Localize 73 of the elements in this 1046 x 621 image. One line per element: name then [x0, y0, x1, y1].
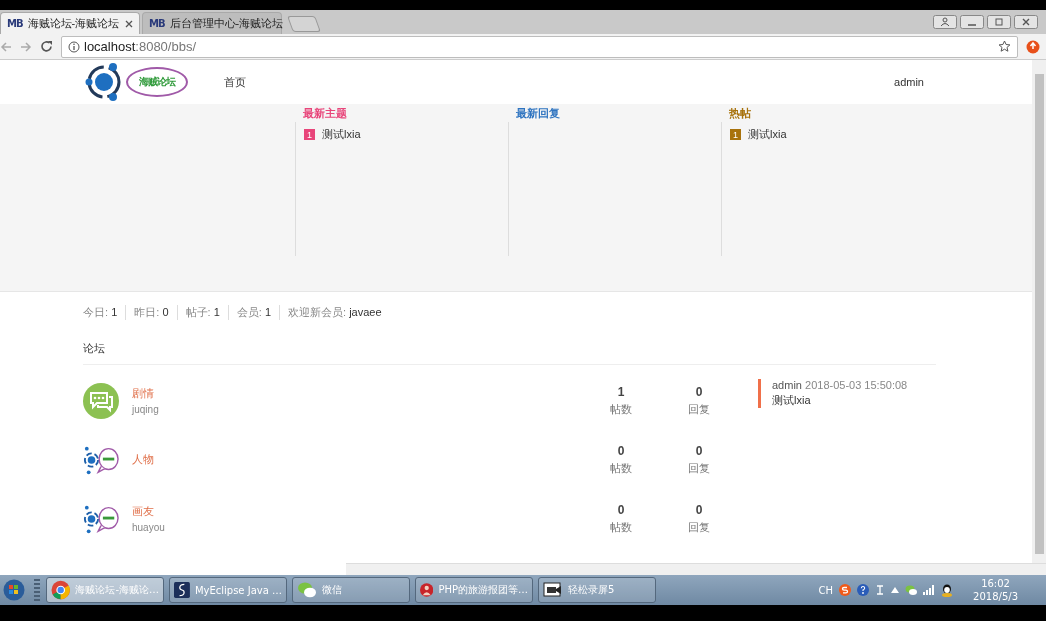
- rank-badge: 1: [304, 129, 315, 140]
- count-label: 回复: [688, 401, 710, 417]
- forward-icon[interactable]: [20, 40, 32, 53]
- forum-name[interactable]: 剧情: [132, 386, 582, 401]
- url-text: localhost:8080/bbs/: [84, 39, 197, 54]
- taskbar-button[interactable]: PHP的旅游报团等…: [415, 577, 533, 603]
- user-icon[interactable]: [933, 15, 957, 29]
- penguin-icon[interactable]: [941, 583, 954, 597]
- address-field[interactable]: localhost:8080/bbs/: [61, 35, 1018, 58]
- extension-icon[interactable]: [1026, 39, 1040, 54]
- browser-icon: [51, 580, 71, 600]
- chat-icon: [297, 580, 317, 600]
- stat-text: 今日: 1: [83, 305, 119, 320]
- star-icon[interactable]: [998, 40, 1011, 53]
- taskbar-button[interactable]: 海贼论坛-海贼论…: [46, 577, 164, 603]
- taskbar-button[interactable]: MyEclipse Java …: [169, 577, 287, 603]
- count-label: 回复: [688, 519, 710, 535]
- browser-tab[interactable]: MB 海贼论坛-海贼论坛: [0, 12, 140, 34]
- chat-icon: [83, 382, 119, 419]
- count-label: 帖数: [610, 401, 632, 417]
- last-post-link[interactable]: 测试lxia: [772, 393, 908, 408]
- new-tab-button[interactable]: [287, 16, 321, 32]
- last-post-meta: admin 2018-05-03 15:50:08: [772, 379, 908, 391]
- stat-text: 帖子: 1: [176, 305, 228, 320]
- topic-link[interactable]: 测试lxia: [322, 127, 361, 142]
- avatar-icon: [420, 580, 434, 600]
- tray-icon[interactable]: [875, 584, 886, 596]
- favicon: MB: [149, 18, 165, 29]
- expand-tray-icon[interactable]: [891, 587, 900, 593]
- rank-badge: 1: [730, 129, 741, 140]
- chat-icon[interactable]: [905, 584, 918, 596]
- forum-slug: huayou: [132, 522, 166, 533]
- reply-count: 0: [695, 502, 703, 517]
- input-method-icon[interactable]: [839, 584, 852, 596]
- signal-icon[interactable]: [923, 585, 936, 595]
- forum-slug: juqing: [132, 404, 160, 415]
- back-icon[interactable]: [0, 40, 12, 53]
- user-link[interactable]: admin: [894, 76, 924, 88]
- info-icon: [68, 40, 80, 53]
- minimize-icon[interactable]: [960, 15, 984, 29]
- horizontal-scrollbar[interactable]: [346, 563, 1046, 575]
- stat-text: 欢迎新会员: javaee: [279, 305, 390, 320]
- section-title: 论坛: [83, 341, 936, 365]
- reload-icon[interactable]: [40, 40, 53, 53]
- forum-name[interactable]: 人物: [132, 452, 582, 467]
- stat-text: 会员: 1: [227, 305, 279, 320]
- post-count: 0: [617, 443, 625, 458]
- recorder-icon: [543, 580, 563, 600]
- post-count: 1: [617, 384, 625, 399]
- ide-icon: [174, 580, 190, 600]
- clock[interactable]: 16:02 2018/5/3: [973, 578, 1018, 602]
- taskbar-button[interactable]: 微信: [292, 577, 410, 603]
- reply-count: 0: [695, 384, 703, 399]
- count-label: 回复: [688, 460, 710, 476]
- start-button[interactable]: [3, 579, 25, 601]
- close-icon[interactable]: [1014, 15, 1038, 29]
- taskbar-button[interactable]: 轻松录屏5: [538, 577, 656, 603]
- nav-link[interactable]: 首页: [224, 74, 246, 90]
- reply-count: 0: [695, 443, 703, 458]
- language-indicator[interactable]: CH: [818, 584, 834, 596]
- restore-icon[interactable]: [987, 15, 1011, 29]
- help-icon[interactable]: [857, 584, 870, 596]
- scrollbar-thumb[interactable]: [1034, 74, 1044, 554]
- logo-text[interactable]: 海贼论坛: [126, 67, 188, 97]
- browser-tab[interactable]: MB 后台管理中心-海贼论坛: [142, 12, 282, 34]
- count-label: 帖数: [610, 460, 632, 476]
- topic-link[interactable]: 测试lxia: [748, 127, 787, 142]
- stat-text: 昨日: 0: [125, 305, 177, 320]
- favicon: MB: [7, 18, 23, 29]
- post-count: 0: [617, 502, 625, 517]
- count-label: 帖数: [610, 519, 632, 535]
- close-icon[interactable]: [125, 19, 133, 28]
- forum-name[interactable]: 画友: [132, 504, 582, 519]
